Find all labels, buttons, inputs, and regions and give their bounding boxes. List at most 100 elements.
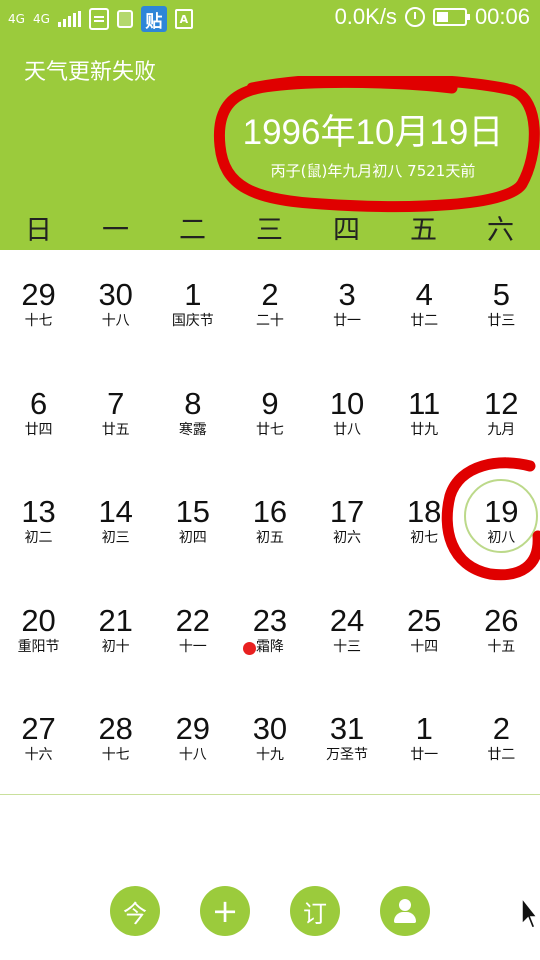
day-number: 8 (184, 385, 202, 421)
day-number: 26 (484, 602, 519, 638)
day-cell[interactable]: 1 廿一 (386, 694, 463, 803)
day-cell[interactable]: 11 廿九 (386, 369, 463, 478)
weekday-sun: 日 (25, 215, 52, 246)
add-event-button[interactable]: + (200, 886, 250, 936)
lunar-label: 初二 (24, 530, 53, 546)
status-clock: 00:06 (474, 4, 530, 29)
lunar-label: 十七 (101, 747, 130, 763)
day-number: 20 (21, 602, 56, 638)
lunar-label: 廿八 (333, 421, 362, 438)
weather-status[interactable]: 天气更新失败 (24, 54, 156, 86)
lunar-label: 廿一 (410, 747, 439, 763)
day-cell[interactable]: 2 二十 (231, 260, 308, 369)
day-cell[interactable]: 18 初七 (386, 477, 463, 586)
lunar-label: 廿七 (255, 421, 284, 438)
lunar-label: 廿五 (101, 421, 130, 438)
selected-lunar-info: 丙子(鼠)年九月初八 7521天前 (270, 162, 476, 180)
subscribe-button[interactable]: 订 (290, 886, 340, 936)
day-cell[interactable]: 29 十八 (154, 694, 231, 803)
lunar-label: 廿三 (487, 313, 516, 329)
day-number: 16 (252, 494, 288, 529)
signal-type-label-2: 4G (32, 12, 50, 26)
day-cell[interactable]: 28 十七 (77, 694, 154, 803)
day-cell[interactable]: 2 廿二 (463, 694, 540, 803)
lunar-label: 初十 (101, 638, 130, 655)
bottom-toolbar: 今 + 订 (110, 886, 432, 936)
lunar-label: 十五 (487, 638, 516, 655)
day-number: 13 (21, 494, 56, 529)
battery-icon (432, 8, 470, 26)
lunar-label: 初七 (410, 530, 439, 546)
status-bar: 4G 4G 贴 A 0.0K/s 00:06 (0, 0, 540, 36)
day-cell[interactable]: 31 万圣节 (309, 694, 386, 803)
event-dot (243, 641, 257, 655)
alarm-icon (404, 7, 425, 27)
tieba-icon: 贴 (140, 6, 167, 32)
day-number: 15 (175, 494, 211, 529)
day-cell-selected[interactable]: 19 初八 (463, 477, 540, 586)
day-cell[interactable]: 8 寒露 (154, 369, 231, 478)
lunar-label: 初六 (333, 530, 362, 546)
grid-divider (0, 794, 540, 795)
day-number: 12 (484, 385, 519, 421)
status-bar-right: 0.0K/s 00:06 (335, 4, 530, 30)
day-cell[interactable]: 10 廿八 (309, 369, 386, 478)
lunar-label: 国庆节 (171, 313, 214, 329)
lunar-label: 初三 (101, 530, 130, 546)
profile-button[interactable] (380, 886, 430, 936)
day-number: 27 (21, 711, 56, 746)
weekday-fri: 五 (410, 215, 437, 246)
day-cell[interactable]: 3 廿一 (309, 260, 386, 369)
day-cell[interactable]: 25 十四 (386, 586, 463, 695)
day-number: 14 (98, 494, 133, 529)
lunar-label: 廿四 (24, 421, 53, 438)
day-cell[interactable]: 13 初二 (0, 477, 77, 586)
lunar-label: 初五 (255, 530, 284, 546)
day-number: 21 (98, 602, 133, 638)
day-cell[interactable]: 30 十九 (231, 694, 308, 803)
day-cell[interactable]: 29 十七 (0, 260, 77, 369)
selected-full-date: 1996年10月19日 (242, 113, 504, 152)
calendar-grid: 29 十七 30 十八 1 国庆节 2 二十 3 廿一 4 廿二 5 廿三 6 廿四 7 廿五 8… (0, 260, 540, 803)
lunar-label: 二十 (255, 313, 284, 329)
day-cell[interactable]: 23 霜降 (231, 586, 308, 695)
day-number: 28 (98, 711, 133, 746)
day-cell[interactable]: 26 十五 (463, 586, 540, 695)
day-cell[interactable]: 24 十三 (309, 586, 386, 695)
day-cell[interactable]: 4 廿二 (386, 260, 463, 369)
day-cell[interactable]: 6 廿四 (0, 369, 77, 478)
day-cell[interactable]: 21 初十 (77, 586, 154, 695)
day-number: 2 (261, 277, 279, 312)
day-number: 18 (406, 494, 442, 529)
selected-date-block[interactable]: 1996年10月19日 丙子(鼠)年九月初八 7521天前 (228, 112, 518, 181)
day-cell[interactable]: 1 国庆节 (154, 260, 231, 369)
day-number: 2 (492, 711, 510, 746)
day-cell[interactable]: 17 初六 (309, 477, 386, 586)
lunar-label: 重阳节 (17, 638, 60, 655)
day-cell[interactable]: 27 十六 (0, 694, 77, 803)
day-cell[interactable]: 30 十八 (77, 260, 154, 369)
day-number: 6 (29, 385, 48, 421)
day-cell[interactable]: 16 初五 (231, 477, 308, 586)
signal-type-label: 4G (8, 12, 25, 26)
day-number: 7 (107, 385, 125, 421)
lunar-label: 万圣节 (326, 747, 369, 763)
today-button[interactable]: 今 (110, 886, 160, 936)
day-number: 4 (415, 277, 433, 312)
day-cell[interactable]: 15 初四 (154, 477, 231, 586)
calendar-header: 4G 4G 贴 A 0.0K/s 00:06 天气更新失败 1996年10月19… (0, 0, 540, 250)
signal-icon (57, 11, 81, 27)
day-cell[interactable]: 7 廿五 (77, 369, 154, 478)
day-cell[interactable]: 22 十一 (154, 586, 231, 695)
weekday-row: 日 一 二 三 四 五 六 (0, 212, 540, 250)
day-number: 30 (98, 277, 133, 312)
day-cell[interactable]: 14 初三 (77, 477, 154, 586)
day-number: 17 (329, 494, 365, 529)
day-cell[interactable]: 20 重阳节 (0, 586, 77, 695)
day-cell[interactable]: 9 廿七 (231, 369, 308, 478)
lunar-label: 廿二 (487, 747, 516, 763)
day-number: 31 (329, 711, 365, 746)
lunar-label: 十九 (255, 747, 284, 763)
day-cell[interactable]: 12 九月 (463, 369, 540, 478)
day-cell[interactable]: 5 廿三 (463, 260, 540, 369)
